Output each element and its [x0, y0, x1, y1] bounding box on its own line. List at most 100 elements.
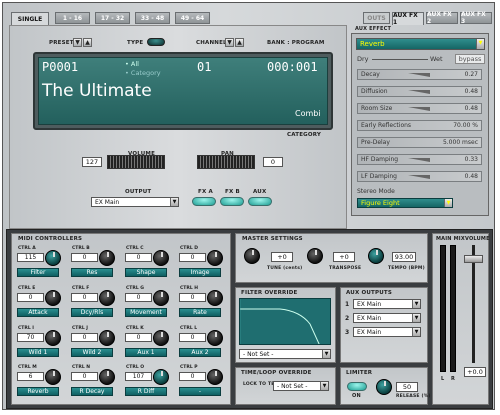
- bypass-button[interactable]: bypass: [455, 54, 485, 64]
- controller-knob[interactable]: [99, 290, 115, 306]
- aux-output-1-select[interactable]: EX Main ▼: [353, 299, 421, 309]
- output-select[interactable]: EX Main ▼: [91, 197, 179, 207]
- controller-label[interactable]: Dcy/Rls: [71, 308, 113, 317]
- controller-knob[interactable]: [153, 250, 169, 266]
- effect-select[interactable]: Reverb ▼: [356, 38, 485, 50]
- controller-value[interactable]: 0: [179, 253, 206, 262]
- controller-knob[interactable]: [153, 290, 169, 306]
- controller-label[interactable]: Shape: [125, 268, 167, 277]
- tab-aux-fx-3[interactable]: AUX FX 3: [460, 11, 492, 25]
- type-button[interactable]: [147, 38, 165, 46]
- channel-down-button[interactable]: ▼: [225, 38, 234, 47]
- release-knob[interactable]: [376, 379, 392, 395]
- controller-knob[interactable]: [45, 250, 61, 266]
- controller-label[interactable]: Wild 1: [17, 348, 59, 357]
- controller-value[interactable]: 0: [179, 372, 206, 381]
- controller-label[interactable]: Aux 2: [179, 348, 221, 357]
- param-pre-delay[interactable]: Pre-Delay 5.000 msec: [357, 137, 482, 148]
- lock-to-tempo-select[interactable]: - Not Set - ▼: [273, 381, 329, 391]
- stereo-mode-label: Stereo Mode: [357, 188, 395, 195]
- channel-up-button[interactable]: ▲: [235, 38, 244, 47]
- controller-label[interactable]: Reverb: [17, 387, 59, 396]
- controller-label[interactable]: R Decay: [71, 387, 113, 396]
- param-room-size[interactable]: Room Size 0.48: [357, 103, 482, 114]
- tab-17-32[interactable]: 17 - 32: [95, 12, 130, 24]
- tab-outs[interactable]: OUTS: [363, 12, 390, 24]
- controller-label[interactable]: Res: [71, 268, 113, 277]
- dry-wet-slider[interactable]: [372, 59, 428, 60]
- controller-value[interactable]: 0: [71, 372, 98, 381]
- tab-aux-fx-1[interactable]: AUX FX 1: [392, 12, 424, 26]
- limiter-on-button[interactable]: [347, 382, 367, 391]
- controller-value[interactable]: 0: [179, 333, 206, 342]
- tempo-value[interactable]: 93.00: [392, 252, 416, 262]
- controller-knob[interactable]: [153, 330, 169, 346]
- controller-label[interactable]: Wild 2: [71, 348, 113, 357]
- controller-knob[interactable]: [99, 250, 115, 266]
- preset-down-button[interactable]: ▼: [73, 38, 82, 47]
- controller-knob[interactable]: [45, 330, 61, 346]
- aux-button[interactable]: [248, 197, 272, 206]
- controller-label[interactable]: Filter: [17, 268, 59, 277]
- tab-single[interactable]: SINGLE: [11, 12, 49, 25]
- controller-knob[interactable]: [207, 369, 223, 385]
- param-lf-damping[interactable]: LF Damping 0.48: [357, 171, 482, 182]
- controller-knob[interactable]: [45, 290, 61, 306]
- tab-1-16[interactable]: 1 - 16: [55, 12, 90, 24]
- tune-value[interactable]: +0: [271, 252, 293, 262]
- controller-value[interactable]: 107: [125, 372, 152, 381]
- preset-up-button[interactable]: ▲: [83, 38, 92, 47]
- filter-all[interactable]: • All: [125, 60, 139, 68]
- filter-category[interactable]: • Category: [125, 69, 161, 77]
- tab-49-64[interactable]: 49 - 64: [175, 12, 210, 24]
- controller-label[interactable]: -: [179, 387, 221, 396]
- param-hf-damping[interactable]: HF Damping 0.33: [357, 154, 482, 165]
- param-early-reflections[interactable]: Early Reflections 70.00 %: [357, 120, 482, 131]
- param-diffusion[interactable]: Diffusion 0.48: [357, 86, 482, 97]
- volume-mix-value[interactable]: +0.0: [464, 367, 486, 377]
- controller-label[interactable]: Movement: [125, 308, 167, 317]
- controller-value[interactable]: 115: [17, 253, 44, 262]
- controller-value[interactable]: 0: [71, 253, 98, 262]
- volume-value[interactable]: 127: [82, 157, 102, 167]
- volume-slider[interactable]: [107, 155, 165, 169]
- aux-output-3-select[interactable]: EX Main ▼: [353, 327, 421, 337]
- tab-33-48[interactable]: 33 - 48: [135, 12, 170, 24]
- controller-value[interactable]: 0: [125, 333, 152, 342]
- controller-knob[interactable]: [153, 369, 169, 385]
- pan-slider[interactable]: [197, 155, 255, 169]
- controller-value[interactable]: 0: [71, 333, 98, 342]
- controller-knob[interactable]: [207, 330, 223, 346]
- controller-label[interactable]: Aux 1: [125, 348, 167, 357]
- controller-value[interactable]: 0: [125, 253, 152, 262]
- controller-value[interactable]: 0: [71, 293, 98, 302]
- fx-a-button[interactable]: [192, 197, 216, 206]
- controller-value[interactable]: 6: [17, 372, 44, 381]
- transpose-value[interactable]: +0: [333, 252, 355, 262]
- volume-fader-handle[interactable]: [464, 255, 483, 263]
- controller-knob[interactable]: [99, 330, 115, 346]
- controller-label[interactable]: R Diff: [125, 387, 167, 396]
- transpose-knob[interactable]: [307, 248, 323, 264]
- tab-aux-fx-2[interactable]: AUX FX 2: [426, 11, 458, 25]
- tune-knob[interactable]: [244, 248, 260, 264]
- param-decay[interactable]: Decay 0.27: [357, 69, 482, 80]
- controller-value[interactable]: 70: [17, 333, 44, 342]
- pan-value[interactable]: 0: [263, 157, 283, 167]
- controller-knob[interactable]: [99, 369, 115, 385]
- release-value[interactable]: 50: [396, 382, 418, 392]
- controller-label[interactable]: Attack: [17, 308, 59, 317]
- controller-value[interactable]: 0: [125, 293, 152, 302]
- controller-knob[interactable]: [45, 369, 61, 385]
- controller-value[interactable]: 0: [179, 293, 206, 302]
- controller-knob[interactable]: [207, 250, 223, 266]
- tempo-knob[interactable]: [368, 248, 384, 264]
- controller-label[interactable]: Rate: [179, 308, 221, 317]
- stereo-mode-select[interactable]: Figure Eight ▼: [357, 198, 453, 208]
- filter-override-select[interactable]: - Not Set - ▼: [239, 349, 331, 359]
- controller-label[interactable]: Image: [179, 268, 221, 277]
- controller-knob[interactable]: [207, 290, 223, 306]
- controller-value[interactable]: 0: [17, 293, 44, 302]
- aux-output-2-select[interactable]: EX Main ▼: [353, 313, 421, 323]
- fx-b-button[interactable]: [220, 197, 244, 206]
